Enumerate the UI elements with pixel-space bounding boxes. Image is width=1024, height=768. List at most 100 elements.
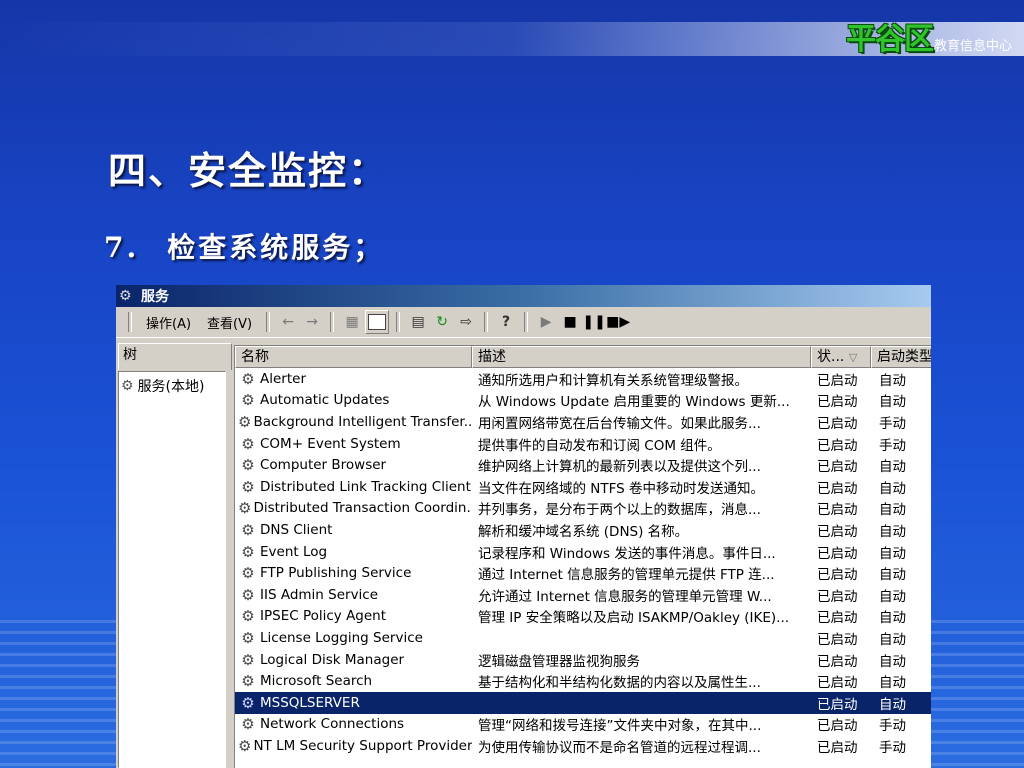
gear-icon: ⚙ [241,391,255,410]
table-row[interactable]: ⚙ Distributed Transaction Coordin... 并列事务，… [235,498,931,520]
service-startup-type: 手动 [879,718,906,735]
service-description: 通知所选用户和计算机有关系统管理级警报。 [478,372,748,389]
service-startup-type: 自动 [879,459,906,476]
toolbar-separator [524,312,529,332]
tab-tree[interactable]: 树 [118,343,232,370]
stop-icon[interactable]: ■ [559,311,581,333]
table-row[interactable]: ⚙ Background Intelligent Transfer... 用闲置网络… [235,411,931,433]
toolbar-separator [330,312,335,332]
table-row[interactable]: ⚙ Microsoft Search 基于结构化和半结构化数据的内容以及属性生...… [235,670,931,692]
service-startup-type: 自动 [879,480,906,497]
gear-icon: ⚙ [238,412,252,431]
tree-pane-box [368,314,387,330]
service-description: 逻辑磁盘管理器监视狗服务 [478,653,640,670]
service-status: 已启动 [817,437,858,454]
table-row[interactable]: ⚙ Distributed Link Tracking Client 当文件在网络域… [235,476,931,498]
service-startup-type: 自动 [879,523,906,540]
service-startup-type: 自动 [879,502,906,519]
column-header-startup[interactable]: 启动类型 [871,346,931,368]
menu-view[interactable]: 查看(V) [199,313,260,332]
service-description: 当文件在网络域的 NTFS 卷中移动时发送通知。 [478,480,765,497]
service-name: NT LM Security Support Provider [253,737,472,754]
service-description: 记录程序和 Windows 发送的事件消息。事件日... [478,545,776,562]
service-name: Logical Disk Manager [260,651,405,668]
service-status: 已启动 [817,631,858,648]
table-row[interactable]: ⚙ DNS Client 解析和缓冲域名系统 (DNS) 名称。 已启动 自动 [235,519,931,541]
service-name: DNS Client [260,521,333,538]
properties-icon[interactable]: ▤ [407,311,429,333]
service-name-cell: ⚙ MSSQLSERVER [235,694,472,712]
service-name-cell: ⚙ IIS Admin Service [235,586,472,604]
service-startup-type: 自动 [879,631,906,648]
export-icon[interactable]: ⇨ [455,311,477,333]
service-status: 已启动 [817,415,858,432]
tree-item-services-local[interactable]: ⚙ 服务(本地) [119,372,225,396]
service-description: 从 Windows Update 启用重要的 Windows 更新... [478,394,790,411]
gear-icon: ⚙ [241,520,255,539]
gear-icon: ⚙ [241,607,255,626]
table-row[interactable]: ⚙ Logical Disk Manager 逻辑磁盘管理器监视狗服务 已启动 自动 [235,649,931,671]
service-status: 已启动 [817,739,858,756]
table-row[interactable]: ⚙ COM+ Event System 提供事件的自动发布和订阅 COM 组件。 已启… [235,433,931,455]
tree-item-label: 服务(本地) [137,379,205,395]
table-row[interactable]: ⚙ IIS Admin Service 允许通过 Internet 信息服务的管理单… [235,584,931,606]
help-icon[interactable]: ? [495,311,517,333]
service-startup-type: 自动 [879,588,906,605]
service-name: FTP Publishing Service [260,565,412,582]
table-row[interactable]: ⚙ Network Connections 管理“网络和拨号连接”文件夹中对象，在其… [235,714,931,736]
service-status: 已启动 [817,567,858,584]
service-description: 用闲置网络带宽在后台传输文件。如果此服务... [478,415,761,432]
column-header-status[interactable]: 状... ▽ [811,346,871,368]
service-name-cell: ⚙ Computer Browser [235,456,472,474]
service-name-cell: ⚙ COM+ Event System [235,435,472,453]
toolbar-separator [266,312,271,332]
gear-icon: ⚙ [241,369,255,388]
table-row[interactable]: ⚙ Computer Browser 维护网络上计算机的最新列表以及提供这个列...… [235,454,931,476]
service-name: Computer Browser [260,457,387,474]
menu-action[interactable]: 操作(A) [138,313,199,332]
table-row[interactable]: ⚙ MSSQLSERVER 已启动 自动 [235,691,931,714]
column-header-description[interactable]: 描述 [472,346,811,368]
brand: 平谷区 教育信息中心 [846,14,1012,58]
service-startup-type: 自动 [879,675,906,692]
back-icon[interactable]: ← [277,311,299,333]
table-row[interactable]: ⚙ License Logging Service 已启动 自动 [235,627,931,649]
service-status: 已启动 [817,372,858,389]
brand-subtitle: 教育信息中心 [933,39,1012,54]
show-tree-icon[interactable] [365,310,390,334]
service-status: 已启动 [817,502,858,519]
service-name-cell: ⚙ Alerter [235,370,472,388]
service-description: 并列事务，是分布于两个以上的数据库，消息... [478,502,761,519]
service-startup-type: 自动 [879,653,906,670]
column-header-status-label: 状... [817,349,845,365]
refresh-icon[interactable]: ↻ [431,311,453,333]
column-header-name[interactable]: 名称 [235,346,472,368]
gear-icon: ⚙ [121,378,134,394]
table-row[interactable]: ⚙ Event Log 记录程序和 Windows 发送的事件消息。事件日... 已启… [235,541,931,563]
service-startup-type: 自动 [879,372,906,389]
service-name-cell: ⚙ Background Intelligent Transfer... [235,413,472,431]
restart-icon[interactable]: ■▶ [606,311,630,333]
gear-icon: ⚙ [241,564,255,583]
play-icon[interactable]: ▶ [535,311,557,333]
table-row[interactable]: ⚙ FTP Publishing Service 通过 Internet 信息服务的… [235,562,931,584]
service-status: 已启动 [817,545,858,562]
service-name: Automatic Updates [260,392,390,409]
table-row[interactable]: ⚙ IPSEC Policy Agent 管理 IP 安全策略以及启动 ISAKMP… [235,606,931,628]
toolbar-separator [396,312,401,332]
slide-title: 四、安全监控： [108,148,389,193]
window-titlebar[interactable]: ⚙ 服务 [116,285,931,307]
pause-icon[interactable]: ❚❚ [582,311,605,333]
service-description: 解析和缓冲域名系统 (DNS) 名称。 [478,523,689,540]
table-row[interactable]: ⚙ Automatic Updates 从 Windows Update 启用重要的… [235,390,931,412]
up-folder-icon[interactable]: ▦ [341,311,363,333]
slide-subtitle: 7. 检查系统服务； [104,226,384,266]
forward-icon[interactable]: → [301,311,323,333]
service-name-cell: ⚙ Event Log [235,543,472,561]
service-startup-type: 自动 [879,610,906,627]
service-name-cell: ⚙ FTP Publishing Service [235,564,472,582]
gear-icon: ⚙ [241,585,255,604]
table-row[interactable]: ⚙ Alerter 通知所选用户和计算机有关系统管理级警报。 已启动 自动 [235,368,931,390]
table-row[interactable]: ⚙ NT LM Security Support Provider 为使用传输协议而… [235,735,931,757]
service-name: License Logging Service [260,629,423,646]
